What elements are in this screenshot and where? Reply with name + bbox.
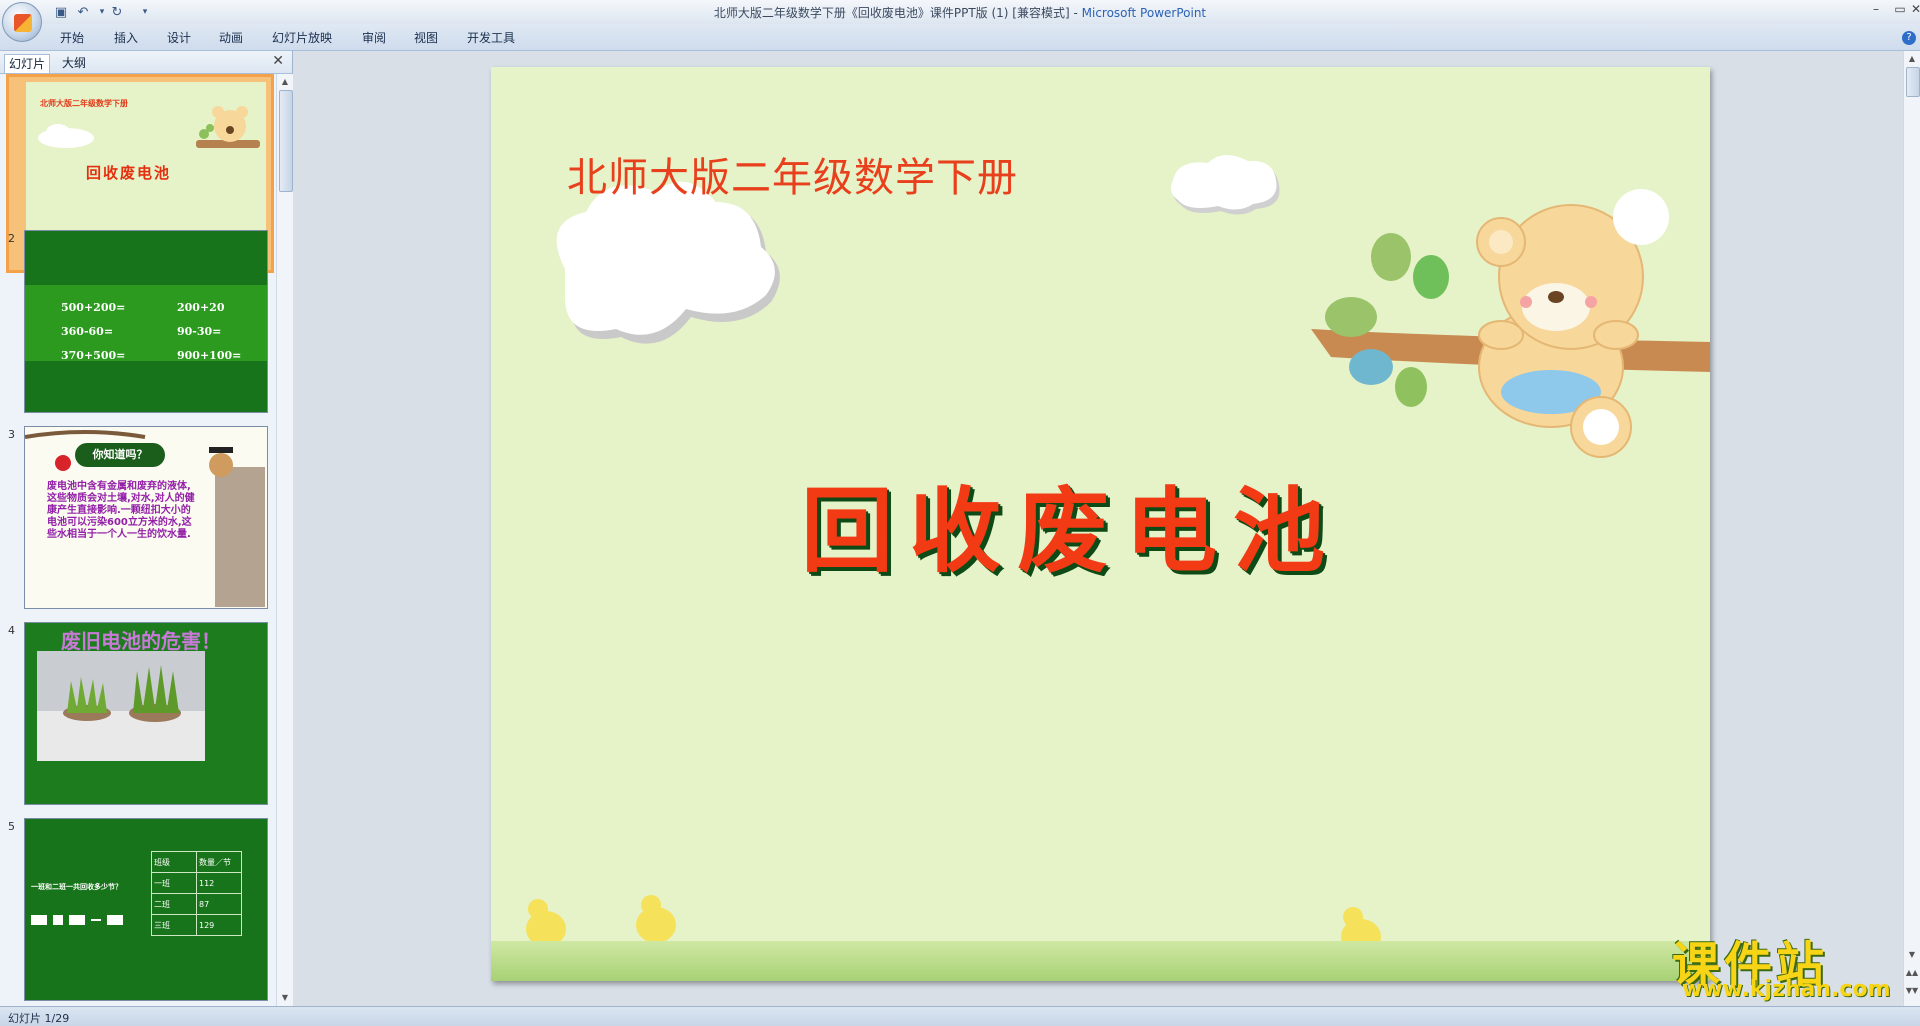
scroll-down-icon[interactable]: ▼: [1905, 948, 1919, 962]
grass-pots-image: [37, 665, 205, 761]
tab-home[interactable]: 开始: [60, 29, 84, 46]
office-button[interactable]: [2, 2, 42, 42]
thumbnail-scrollbar[interactable]: ▲ ▼: [276, 74, 293, 1006]
thumb-1-title: 回收废电池: [86, 164, 172, 182]
ribbon-tabs: 开始 插入 设计 动画 幻灯片放映 审阅 视图 开发工具: [0, 24, 1920, 51]
scroll-up-icon[interactable]: ▲: [1905, 52, 1919, 66]
panel-tabs: 幻灯片 大纲 ✕: [0, 51, 292, 74]
table-cell: 三班: [151, 914, 197, 936]
math-problem: 500+200=: [61, 301, 126, 314]
scroll-up-icon[interactable]: ▲: [278, 75, 292, 89]
slides-panel: 幻灯片 大纲 ✕ 1 北师大版二年级数学下册 回收废电池: [0, 51, 293, 1006]
tab-animations[interactable]: 动画: [219, 29, 243, 46]
cloud-icon: [38, 124, 94, 148]
close-panel-icon[interactable]: ✕: [272, 53, 284, 69]
thumbnail-slide-2[interactable]: 500+200= 200+20 360-60= 90-30= 370+500= …: [24, 230, 268, 413]
math-problem: 200+20: [177, 301, 225, 314]
math-problem: 900+100=: [177, 349, 242, 362]
thumb-3-body: 废电池中含有金属和废弃的液体,这些物质会对土壤,对水,对人的健康产生直接影响.一…: [47, 481, 195, 540]
tab-view[interactable]: 视图: [414, 29, 438, 46]
scroll-thumb[interactable]: [1906, 67, 1920, 97]
thumb-4-heading: 废旧电池的危害！: [61, 629, 221, 653]
office-logo-icon: [14, 14, 32, 32]
title-separator: -: [1069, 6, 1082, 20]
math-problem: 370+500=: [61, 349, 126, 362]
bear-icon: [196, 106, 260, 148]
thumb-number: 2: [8, 232, 15, 245]
tab-design[interactable]: 设计: [167, 29, 191, 46]
thumb-number: 4: [8, 624, 15, 637]
thumbnail-slide-3[interactable]: 你知道吗？ 废电池中含有金属和废弃的液体,这些物质会对土壤,对水,对人的健康产生…: [24, 426, 268, 609]
title-document: 北师大版二年级数学下册《回收废电池》课件PPT版 (1) [兼容模式]: [713, 6, 1070, 20]
math-problem: 360-60=: [61, 325, 114, 338]
thumbnail-slide-5[interactable]: 一班和二班一共回收多少节？ 班级 数量／节 一班 112 二班 87 三班 129: [24, 818, 268, 1001]
previous-slide-icon[interactable]: ▲▲: [1905, 966, 1919, 980]
window-title: 北师大版二年级数学下册《回收废电池》课件PPT版 (1) [兼容模式] - Mi…: [0, 4, 1920, 21]
table-cell: 二班: [151, 893, 197, 915]
slide-subtitle[interactable]: 北师大版二年级数学下册: [567, 145, 1018, 203]
table-cell: 129: [196, 914, 242, 936]
thumb-5-question: 一班和二班一共回收多少节？: [31, 883, 122, 891]
thumb-4-photo: [37, 651, 205, 761]
title-app: Microsoft PowerPoint: [1081, 6, 1207, 20]
slide-canvas[interactable]: 北师大版二年级数学下册 回收废电池: [491, 67, 1710, 981]
next-slide-icon[interactable]: ▼▼: [1905, 984, 1919, 998]
watermark-url: www.kjzhan.com: [1682, 977, 1891, 1002]
slide-title[interactable]: 回收废电池: [801, 457, 1341, 590]
table-cell: 112: [196, 872, 242, 894]
status-bar: 幻灯片 1/29: [0, 1006, 1920, 1026]
tab-outline[interactable]: 大纲: [58, 54, 90, 72]
table-row: 二班 87: [151, 893, 242, 915]
thumb-number: 5: [8, 820, 15, 833]
title-bar: ▣ ↶ ▾ ↻ ▾ 北师大版二年级数学下册《回收废电池》课件PPT版 (1) […: [0, 0, 1920, 42]
cloud-icon: [556, 181, 780, 344]
tab-review[interactable]: 审阅: [362, 29, 386, 46]
answer-boxes: [31, 915, 123, 925]
thumb-3-bubble: 你知道吗？: [75, 443, 165, 467]
close-window-icon[interactable]: ✕: [1904, 2, 1920, 18]
math-problem: 90-30=: [177, 325, 222, 338]
thumb-1-subtitle: 北师大版二年级数学下册: [40, 99, 128, 108]
thumb-5-table: 班级 数量／节 一班 112 二班 87 三班 129: [151, 851, 242, 936]
table-cell: 班级: [151, 851, 197, 873]
bear-on-branch-icon: [1311, 189, 1710, 458]
tab-slides[interactable]: 幻灯片: [4, 54, 51, 73]
small-cloud-icon: [1170, 154, 1280, 215]
thumbnail-list: 1 北师大版二年级数学下册 回收废电池 2 500+200=: [0, 74, 276, 1006]
slide-scrollbar[interactable]: ▲ ▼ ▲▲ ▼▼: [1903, 51, 1920, 1006]
tab-slideshow[interactable]: 幻灯片放映: [272, 29, 332, 46]
table-cell: 一班: [151, 872, 197, 894]
table-cell: 87: [196, 893, 242, 915]
help-icon[interactable]: ?: [1902, 31, 1916, 45]
thumbnail-slide-4[interactable]: 废旧电池的危害！: [24, 622, 268, 805]
tab-insert[interactable]: 插入: [114, 29, 138, 46]
table-row: 三班 129: [151, 914, 242, 936]
tab-developer[interactable]: 开发工具: [467, 29, 515, 46]
thumb-number: 3: [8, 428, 15, 441]
scroll-thumb[interactable]: [279, 90, 293, 192]
table-cell: 数量／节: [196, 851, 242, 873]
slide-counter: 幻灯片 1/29: [8, 1012, 70, 1025]
table-row: 班级 数量／节: [151, 851, 242, 873]
minimize-icon[interactable]: –: [1864, 2, 1888, 18]
grass-strip: [491, 941, 1710, 981]
scroll-down-icon[interactable]: ▼: [278, 991, 292, 1005]
table-row: 一班 112: [151, 872, 242, 894]
